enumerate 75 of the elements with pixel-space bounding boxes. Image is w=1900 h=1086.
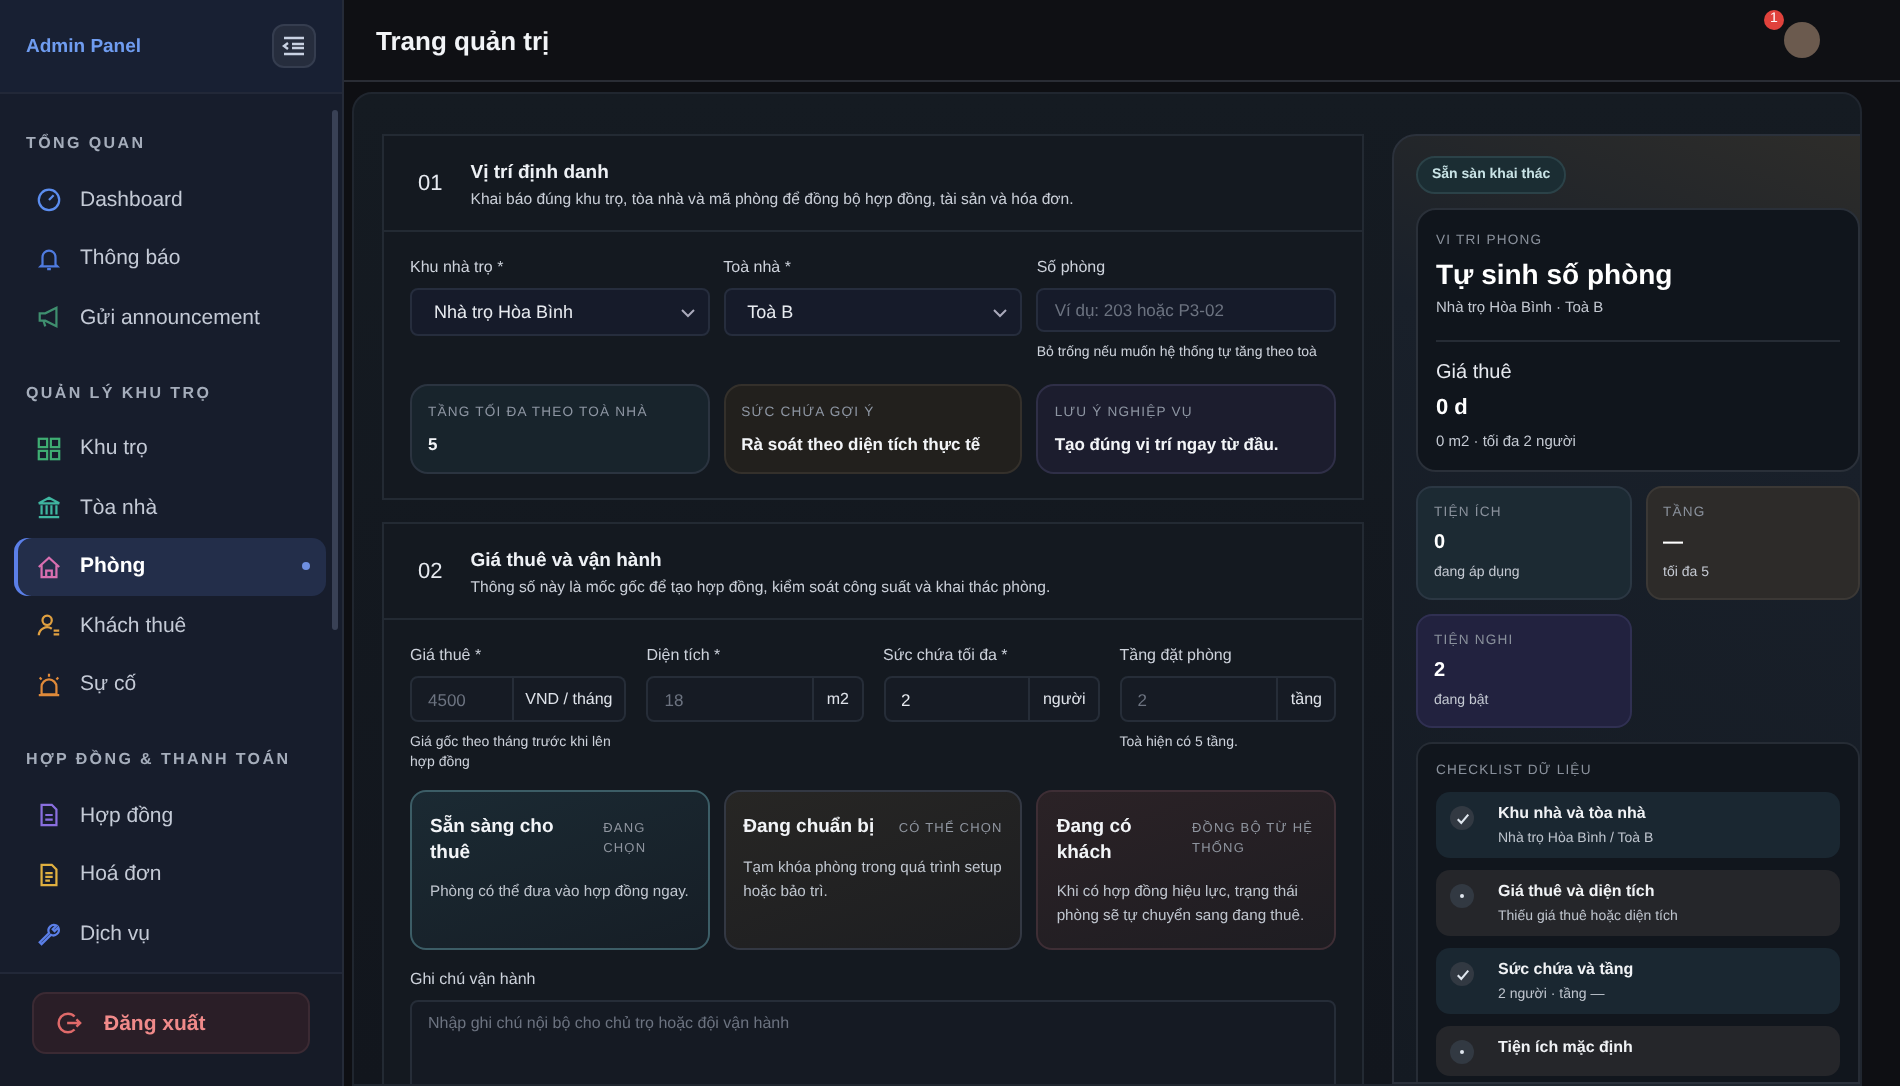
bell-icon (36, 245, 62, 272)
status-title: Sẵn sàng cho thuê (430, 816, 556, 867)
stat-value: 2 (1434, 660, 1448, 682)
active-dot (302, 562, 310, 571)
nav-section-title: QUẢN LÝ KHU TRỌ (24, 383, 214, 401)
section-number: 02 (418, 560, 443, 585)
unit-label: người (1030, 676, 1100, 723)
nav-item[interactable]: Sự cố (14, 655, 326, 714)
nav-item[interactable]: Gửi announcement (14, 288, 326, 347)
input-field[interactable]: 4500 (410, 676, 514, 723)
menu-icon (282, 36, 306, 56)
page-title: Trang quản trị (376, 25, 550, 55)
stat-value: — (1663, 532, 1685, 554)
logout-icon (56, 1010, 82, 1036)
avatar[interactable] (1784, 22, 1820, 58)
chevron-icon (679, 307, 696, 317)
field-label: Khu nhà trọ * (410, 258, 506, 276)
input-field[interactable]: Ví dụ: 203 hoặc P3-02 (1036, 288, 1336, 332)
checklist-item-title: Tiện ích mặc định (1498, 1038, 1633, 1056)
nav-item[interactable]: Hoá đơn (14, 845, 326, 904)
grid-icon (36, 435, 62, 462)
gauge-icon (36, 186, 62, 213)
status-title: Đang chuẩn bị (743, 816, 875, 842)
unit-label: VND / tháng (513, 676, 627, 723)
field-label: Toà nhà * (723, 258, 793, 276)
nav-item[interactable]: Hợp đồng (14, 786, 326, 845)
house-icon (36, 553, 62, 580)
unit-label: m2 (814, 676, 863, 723)
user-icon (36, 612, 62, 639)
field-label: Số phòng (1036, 258, 1108, 276)
field-label: Ghi chú vận hành (410, 969, 538, 988)
nav-item[interactable]: Dashboard (14, 170, 326, 229)
checklist-item-title: Giá thuê và diện tích (1498, 882, 1657, 900)
nav-item[interactable]: Thông báo (14, 229, 326, 288)
invoice-icon (36, 861, 62, 888)
select-field[interactable]: Nhà trọ Hòa Bình (410, 288, 710, 336)
nav-item[interactable]: Khách thuê (14, 596, 326, 655)
field-label: Giá thuê * (410, 646, 484, 665)
checklist-item-title: Khu nhà và tòa nhà (1498, 804, 1648, 822)
unit-label: tầng (1278, 676, 1336, 723)
input-field[interactable]: 18 (646, 676, 815, 723)
price-label: Giá thuê (1436, 362, 1514, 384)
menu-toggle-button[interactable] (272, 24, 316, 68)
brand-title: Admin Panel (26, 35, 142, 57)
section-title: Vị trí định danh (470, 161, 611, 183)
doc-icon (36, 802, 62, 829)
section-title: Giá thuê và vận hành (470, 549, 664, 572)
field-label: Diện tích * (646, 646, 723, 665)
alarm-icon (36, 671, 62, 698)
status-title: Đang có khách (1056, 816, 1134, 867)
field-label: Sức chứa tối đa * (883, 646, 1010, 665)
note-field[interactable]: Nhập ghi chú nội bộ cho chủ trọ hoặc đội vận hành (410, 999, 1336, 1084)
info-value: 5 (428, 434, 440, 455)
room-title: Tự sinh số phòng (1436, 258, 1675, 290)
logout-button[interactable]: Đăng xuất (32, 992, 310, 1054)
nav-item[interactable]: Tòa nhà (14, 478, 326, 537)
megaphone-icon (36, 304, 62, 331)
nav-section-title: HỢP ĐỒNG & THANH TOÁN (24, 750, 293, 768)
select-field[interactable]: Toà B (723, 288, 1023, 336)
nav-item[interactable]: Phòng (14, 537, 326, 596)
section-number: 01 (418, 172, 443, 196)
info-value: Rà soát theo diện tích thực tế (741, 434, 983, 455)
wrench-icon (36, 920, 62, 947)
bank-icon (36, 494, 62, 521)
chevron-icon (992, 307, 1009, 317)
nav-section-title: TỔNG QUAN (24, 134, 148, 152)
input-field[interactable]: 2 (883, 676, 1031, 723)
info-value: Tạo đúng vị trí ngay từ đầu. (1054, 434, 1281, 455)
input-field[interactable]: 2 (1119, 676, 1279, 723)
price-value: 0 d (1436, 396, 1470, 420)
nav-item[interactable]: Khu trọ (14, 419, 326, 478)
checklist-item-title: Sức chứa và tầng (1498, 960, 1634, 978)
nav-item[interactable]: Dịch vụ (14, 904, 326, 963)
stat-value: 0 (1434, 532, 1448, 554)
field-label: Tầng đặt phòng (1119, 646, 1234, 665)
